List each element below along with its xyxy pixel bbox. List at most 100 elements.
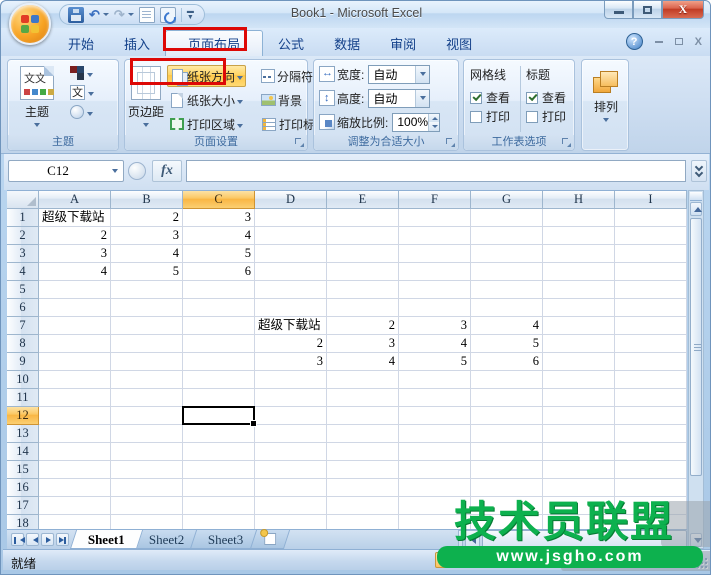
cell-I12[interactable]	[615, 407, 687, 425]
cell-D18[interactable]	[255, 515, 327, 529]
row-header-12[interactable]: 12	[7, 407, 39, 425]
cell-I2[interactable]	[615, 227, 687, 245]
workbook-close-icon[interactable]: X	[695, 36, 702, 48]
row-header-16[interactable]: 16	[7, 479, 39, 497]
sheet-tab-sheet1[interactable]: Sheet1	[70, 530, 143, 549]
cell-C13[interactable]	[183, 425, 255, 443]
cell-I8[interactable]	[615, 335, 687, 353]
column-header-D[interactable]: D	[255, 191, 327, 209]
cell-F10[interactable]	[399, 371, 471, 389]
tab-data[interactable]: 数据	[319, 30, 375, 58]
headings-print-checkbox[interactable]: 打印	[526, 107, 578, 126]
cell-F5[interactable]	[399, 281, 471, 299]
cell-H12[interactable]	[543, 407, 615, 425]
cell-E16[interactable]	[327, 479, 399, 497]
cell-D3[interactable]	[255, 245, 327, 263]
cell-F14[interactable]	[399, 443, 471, 461]
cell-C5[interactable]	[183, 281, 255, 299]
cell-A3[interactable]: 3	[39, 245, 111, 263]
tab-home[interactable]: 开始	[53, 30, 109, 58]
cell-B3[interactable]: 4	[111, 245, 183, 263]
cell-D4[interactable]	[255, 263, 327, 281]
cell-B14[interactable]	[111, 443, 183, 461]
cell-E10[interactable]	[327, 371, 399, 389]
cell-C9[interactable]	[183, 353, 255, 371]
cell-G9[interactable]: 6	[471, 353, 543, 371]
cell-C16[interactable]	[183, 479, 255, 497]
row-header-5[interactable]: 5	[7, 281, 39, 299]
workbook-restore-icon[interactable]	[675, 36, 683, 48]
cell-E13[interactable]	[327, 425, 399, 443]
cell-D13[interactable]	[255, 425, 327, 443]
cell-D7[interactable]: 超级下载站	[255, 317, 327, 335]
headings-view-check-icon[interactable]	[526, 92, 538, 104]
cell-E17[interactable]	[327, 497, 399, 515]
cell-G14[interactable]	[471, 443, 543, 461]
cell-A5[interactable]	[39, 281, 111, 299]
width-combo[interactable]: 自动	[368, 65, 430, 84]
cell-H14[interactable]	[543, 443, 615, 461]
help-icon[interactable]: ?	[626, 33, 643, 50]
cell-A2[interactable]: 2	[39, 227, 111, 245]
cell-F12[interactable]	[399, 407, 471, 425]
cell-I5[interactable]	[615, 281, 687, 299]
expand-formula-bar-icon[interactable]	[691, 160, 707, 182]
cell-A18[interactable]	[39, 515, 111, 529]
cell-F16[interactable]	[399, 479, 471, 497]
cell-F4[interactable]	[399, 263, 471, 281]
cell-I1[interactable]	[615, 209, 687, 227]
row-header-3[interactable]: 3	[7, 245, 39, 263]
cell-H9[interactable]	[543, 353, 615, 371]
cell-D16[interactable]	[255, 479, 327, 497]
cell-G6[interactable]	[471, 299, 543, 317]
cell-H3[interactable]	[543, 245, 615, 263]
cell-H6[interactable]	[543, 299, 615, 317]
cell-B4[interactable]: 5	[111, 263, 183, 281]
cell-G5[interactable]	[471, 281, 543, 299]
cell-E9[interactable]: 4	[327, 353, 399, 371]
cell-H8[interactable]	[543, 335, 615, 353]
paper-size-button[interactable]: 纸张大小	[167, 89, 246, 111]
cell-A15[interactable]	[39, 461, 111, 479]
cell-G8[interactable]: 5	[471, 335, 543, 353]
row-header-14[interactable]: 14	[7, 443, 39, 461]
cell-A12[interactable]	[39, 407, 111, 425]
cell-E6[interactable]	[327, 299, 399, 317]
name-box-dropdown-icon[interactable]	[107, 169, 123, 173]
cell-D8[interactable]: 2	[255, 335, 327, 353]
select-all-corner[interactable]	[7, 191, 39, 209]
row-header-7[interactable]: 7	[7, 317, 39, 335]
cell-B8[interactable]	[111, 335, 183, 353]
cell-E2[interactable]	[327, 227, 399, 245]
margins-button[interactable]: 页边距	[125, 64, 167, 134]
cell-G16[interactable]	[471, 479, 543, 497]
height-dropdown-icon[interactable]	[415, 90, 429, 107]
tab-insert[interactable]: 插入	[109, 30, 165, 58]
cell-H11[interactable]	[543, 389, 615, 407]
cell-C1[interactable]: 3	[183, 209, 255, 227]
tab-view[interactable]: 视图	[431, 30, 487, 58]
row-header-6[interactable]: 6	[7, 299, 39, 317]
vertical-scroll-thumb[interactable]	[690, 218, 702, 476]
cell-F13[interactable]	[399, 425, 471, 443]
row-header-15[interactable]: 15	[7, 461, 39, 479]
cell-C6[interactable]	[183, 299, 255, 317]
cell-D2[interactable]	[255, 227, 327, 245]
cell-I11[interactable]	[615, 389, 687, 407]
cell-A16[interactable]	[39, 479, 111, 497]
column-header-F[interactable]: F	[399, 191, 471, 209]
cell-B7[interactable]	[111, 317, 183, 335]
cell-D10[interactable]	[255, 371, 327, 389]
insert-function-button[interactable]: fx	[152, 160, 182, 182]
column-header-H[interactable]: H	[543, 191, 615, 209]
close-button[interactable]: X	[662, 1, 704, 19]
cell-E1[interactable]	[327, 209, 399, 227]
cell-B17[interactable]	[111, 497, 183, 515]
cell-G15[interactable]	[471, 461, 543, 479]
cell-C4[interactable]: 6	[183, 263, 255, 281]
cell-A4[interactable]: 4	[39, 263, 111, 281]
cell-A10[interactable]	[39, 371, 111, 389]
scale-to-fit-dialog-launcher-icon[interactable]	[445, 137, 456, 148]
split-handle[interactable]	[690, 192, 702, 201]
cell-E15[interactable]	[327, 461, 399, 479]
